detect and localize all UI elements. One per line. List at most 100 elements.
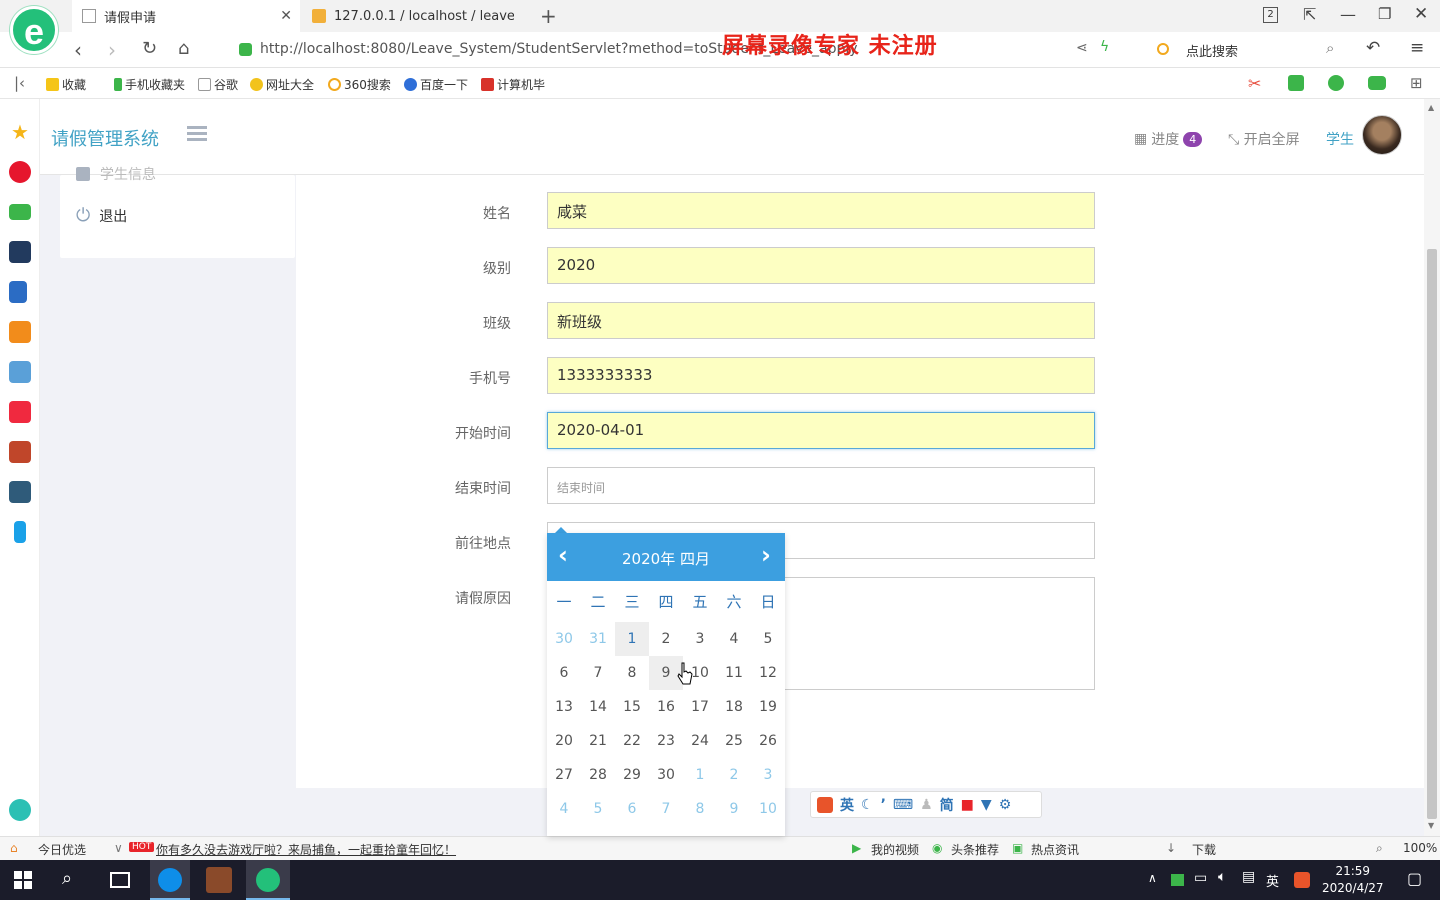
calendar-day[interactable]: 19 (751, 690, 785, 724)
browser-taskbar-button[interactable] (246, 860, 290, 900)
bookmark-mobile[interactable]: 手机收藏夹 (114, 76, 185, 93)
calendar-day[interactable]: 6 (615, 792, 649, 826)
ime-lang-toggle[interactable]: 英 (840, 795, 854, 815)
scroll-up-icon[interactable]: ▲ (1428, 103, 1434, 112)
calendar-day[interactable]: 22 (615, 724, 649, 758)
calendar-day[interactable]: 30 (649, 758, 683, 792)
favorites-star-icon[interactable]: ★ (9, 121, 31, 143)
browser-logo-icon[interactable]: e (10, 6, 58, 54)
tab-count-icon[interactable]: 2 (1263, 7, 1278, 23)
refresh-icon[interactable]: ↻ (142, 38, 157, 59)
class-field[interactable]: 新班级 (547, 302, 1095, 339)
hot-news-link[interactable]: 热点资讯 (1031, 841, 1079, 858)
ime-toolbar[interactable]: 英 ☾ ’ ⌨ ♟ 简 ■ ▼ ⚙ (810, 791, 1042, 818)
my-videos-link[interactable]: 我的视频 (871, 841, 919, 858)
network-icon[interactable]: ▭ (1194, 870, 1207, 886)
calendar-day[interactable]: 30 (547, 622, 581, 656)
calendar-day[interactable]: 5 (581, 792, 615, 826)
zoom-icon[interactable]: ⌕ (1376, 841, 1383, 856)
game-app-icon[interactable] (9, 361, 31, 383)
menu-item-student-info[interactable]: 学生信息 (76, 166, 156, 181)
calendar-day[interactable]: 28 (581, 758, 615, 792)
collapse-sidebar-icon[interactable]: |‹ (14, 74, 25, 92)
message-icon[interactable]: ▤ (1242, 869, 1255, 885)
calendar-day[interactable]: 14 (581, 690, 615, 724)
keyboard-icon[interactable]: ⌨ (893, 797, 913, 813)
scroll-thumb[interactable] (1427, 249, 1437, 819)
maximize-button[interactable]: ❐ (1378, 5, 1391, 23)
home-icon[interactable]: ⌂ (178, 38, 189, 59)
notification-icon[interactable]: ▢ (1407, 869, 1422, 888)
calendar-day[interactable]: 12 (751, 656, 785, 690)
bookmark-google[interactable]: 谷歌 (198, 76, 238, 93)
menu-item-logout[interactable]: ⏻ 退出 (76, 205, 127, 226)
assistant-icon[interactable] (9, 799, 31, 821)
calendar-day[interactable]: 26 (751, 724, 785, 758)
search-icon[interactable]: ⌕ (62, 868, 72, 889)
minimize-button[interactable]: — (1340, 5, 1356, 24)
calendar-day[interactable]: 1 (683, 758, 717, 792)
downloads-link[interactable]: 下载 (1192, 841, 1216, 858)
mail-icon[interactable] (9, 204, 31, 220)
weibo-icon[interactable] (9, 161, 31, 183)
calendar-day[interactable]: 17 (683, 690, 717, 724)
chevron-up-icon[interactable]: ∧ (1148, 871, 1157, 885)
ime-simplified-toggle[interactable]: 简 (940, 795, 954, 815)
scissors-icon[interactable]: ✂ (1248, 74, 1261, 93)
today-picks-link[interactable]: 今日优选 (38, 841, 86, 858)
calendar-day[interactable]: 18 (717, 690, 751, 724)
news-ticker-link[interactable]: 你有多久没去游戏厅啦？来局捕鱼，一起重拾童年回忆！ (156, 841, 456, 858)
game3-app-icon[interactable] (9, 481, 31, 503)
chevron-down-icon[interactable]: ∨ (114, 841, 123, 855)
news-app-icon[interactable] (9, 241, 31, 263)
calendar-day[interactable]: 13 (547, 690, 581, 724)
game-icon[interactable] (1368, 76, 1386, 90)
word-icon[interactable] (9, 281, 27, 303)
moon-icon[interactable]: ☾ (861, 797, 874, 813)
bookmark-favorites[interactable]: 收藏 (46, 76, 86, 93)
volume-icon[interactable]: 🔈︎ (1218, 869, 1226, 885)
person-icon[interactable]: ♟ (920, 797, 933, 813)
close-icon[interactable]: ✕ (280, 8, 292, 24)
calendar-day[interactable]: 7 (649, 792, 683, 826)
bookmark-360[interactable]: 360搜索 (328, 76, 391, 93)
translate-icon[interactable] (1288, 75, 1304, 91)
menu-icon[interactable]: ≡ (1410, 38, 1424, 58)
restore-icon[interactable]: ⇱ (1303, 5, 1316, 24)
avatar[interactable] (1362, 115, 1402, 155)
calendar-day[interactable]: 20 (547, 724, 581, 758)
tab-leave-apply[interactable]: 请假申请 ✕ (72, 0, 300, 32)
gift-icon[interactable]: ⌂ (10, 841, 18, 855)
calendar-day[interactable]: 8 (683, 792, 717, 826)
calendar-day[interactable]: 16 (649, 690, 683, 724)
calendar-day[interactable]: 3 (751, 758, 785, 792)
tray-app-icon[interactable] (1171, 874, 1184, 886)
calendar-day[interactable]: 3 (683, 622, 717, 656)
xiaohongshu-icon[interactable] (9, 401, 31, 423)
calendar-day[interactable]: 8 (615, 656, 649, 690)
calendar-day[interactable]: 25 (717, 724, 751, 758)
phone-field[interactable]: 1333333333 (547, 357, 1095, 394)
search-icon[interactable]: ⌕ (1326, 39, 1334, 57)
scroll-down-icon[interactable]: ▼ (1428, 821, 1434, 830)
apps-grid-icon[interactable]: ⊞ (1410, 74, 1423, 92)
calendar-day[interactable]: 27 (547, 758, 581, 792)
name-field[interactable]: 咸菜 (547, 192, 1095, 229)
bookmark-hao[interactable]: 网址大全 (250, 76, 314, 93)
calendar-day[interactable]: 9 (717, 792, 751, 826)
task-view-icon[interactable] (110, 872, 130, 888)
bookmark-graduation[interactable]: 计算机毕 (481, 76, 545, 93)
calendar-day[interactable]: 21 (581, 724, 615, 758)
next-month-button[interactable]: › (761, 541, 771, 569)
search-input[interactable]: 点此搜索 (1186, 41, 1238, 60)
calendar-day[interactable]: 10 (751, 792, 785, 826)
calendar-day[interactable]: 23 (649, 724, 683, 758)
calendar-day[interactable]: 31 (581, 622, 615, 656)
calendar-day[interactable]: 5 (751, 622, 785, 656)
headlines-link[interactable]: 头条推荐 (951, 841, 999, 858)
lightning-icon[interactable]: ϟ (1100, 39, 1109, 55)
clock[interactable]: 21:59 2020/4/27 (1322, 863, 1384, 897)
tab-phpmyadmin[interactable]: 127.0.0.1 / localhost / leave / l (302, 0, 532, 32)
calendar-day[interactable]: 24 (683, 724, 717, 758)
calendar-day[interactable]: 6 (547, 656, 581, 690)
